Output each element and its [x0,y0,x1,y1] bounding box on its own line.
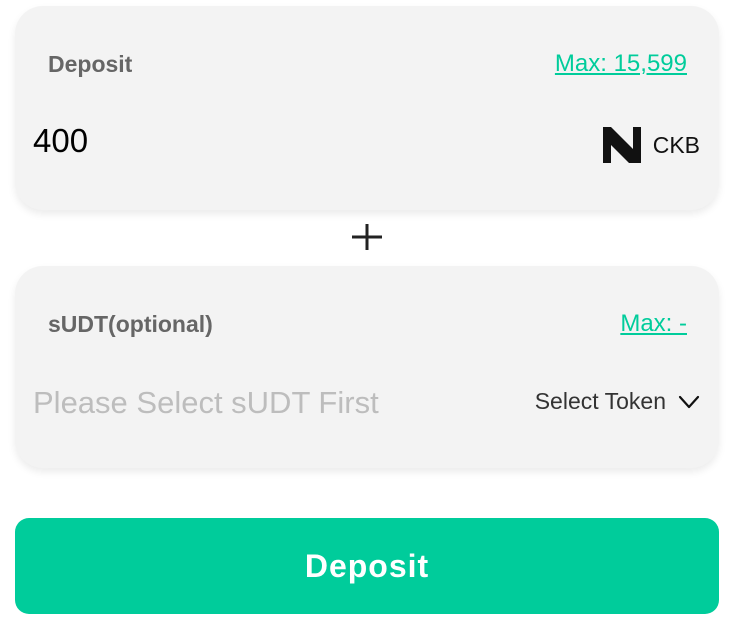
ckb-token-label: CKB [652,131,700,158]
ckb-token-display: CKB [602,124,700,166]
select-token-label: Select Token [534,388,666,414]
sudt-amount-input[interactable] [33,380,453,426]
sudt-max-link[interactable]: Max: - [620,310,687,338]
nervos-ckb-logo-icon [602,127,641,163]
select-token-dropdown[interactable]: Select Token [535,388,700,415]
deposit-amount-input[interactable] [33,118,453,164]
plus-icon [352,224,382,250]
deposit-card: Deposit Max: 15,599 [15,6,719,210]
deposit-max-link[interactable]: Max: 15,599 [555,50,687,78]
deposit-label: Deposit [48,51,133,77]
sudt-label: sUDT(optional) [48,311,213,337]
sudt-card: sUDT(optional) Max: - [15,266,719,468]
deposit-submit-button[interactable]: Deposit [15,518,719,614]
chevron-down-icon [678,395,700,408]
